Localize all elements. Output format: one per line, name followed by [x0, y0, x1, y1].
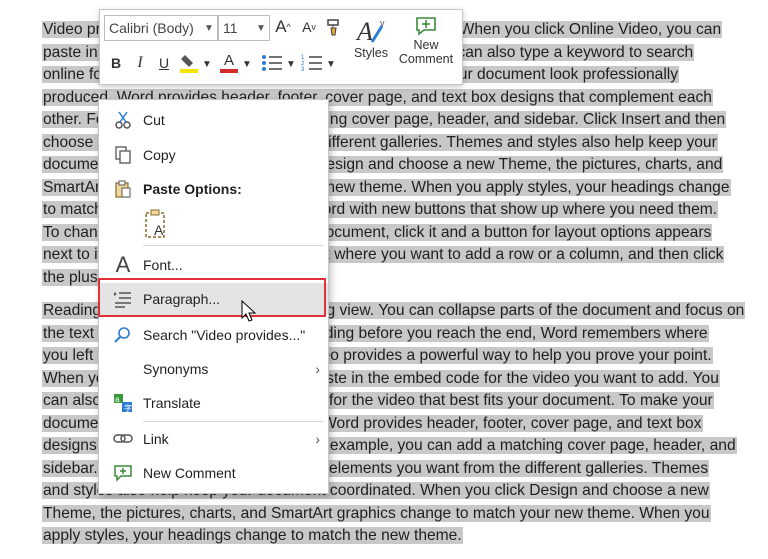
paragraph-highlight-border: [98, 278, 326, 317]
format-painter-button[interactable]: [322, 15, 346, 39]
menu-item-synonyms-label: Synonyms: [143, 361, 209, 377]
menu-item-new-comment[interactable]: New Comment: [99, 458, 328, 488]
font-name-combo[interactable]: Calibri (Body) ▼: [104, 15, 218, 41]
chevron-down-icon[interactable]: ▼: [201, 23, 217, 34]
menu-item-paste-options: Paste Options:: [99, 174, 328, 204]
menu-item-cut-label: Cut: [143, 112, 165, 128]
font-color-letter: A: [223, 52, 234, 69]
document-line[interactable]: Theme, the pictures, charts, and SmartAr…: [42, 503, 711, 525]
paste-text-only-icon: A: [145, 209, 165, 238]
new-comment-label-1: New: [413, 38, 439, 52]
paste-keep-text-only-button[interactable]: A: [143, 208, 171, 240]
grow-font-icon: A: [275, 17, 287, 36]
chevron-down-icon[interactable]: ▼: [286, 54, 296, 74]
chevron-down-icon[interactable]: ▼: [202, 54, 212, 74]
numbering-icon: 123: [301, 55, 322, 73]
svg-text:字: 字: [124, 403, 132, 413]
menu-item-copy[interactable]: Copy: [99, 140, 328, 170]
selected-text[interactable]: apply styles, your headings change to ma…: [42, 527, 463, 544]
svg-text:A: A: [355, 17, 373, 46]
menu-item-link-label: Link: [143, 431, 169, 447]
paste-options-label: Paste Options:: [143, 181, 242, 197]
chevron-right-icon: ›: [315, 361, 320, 377]
bullets-button[interactable]: [260, 50, 284, 76]
selected-text[interactable]: Theme, the pictures, charts, and SmartAr…: [42, 505, 711, 522]
font-color-bar: [220, 69, 238, 73]
menu-item-font-label: Font...: [143, 257, 183, 273]
font-name-value: Calibri (Body): [109, 20, 194, 36]
font-size-combo[interactable]: 11 ▼: [218, 15, 270, 41]
new-comment-icon: [416, 17, 436, 36]
mini-toolbar: Calibri (Body) ▼ 11 ▼ A ^ Av Av Styles Ne…: [99, 9, 463, 85]
new-comment-label-2: Comment: [398, 52, 454, 66]
font-size-value: 11: [223, 20, 238, 36]
menu-item-font[interactable]: A Font...: [99, 250, 328, 280]
grow-font-button[interactable]: A ^: [272, 16, 294, 38]
menu-item-copy-label: Copy: [143, 147, 176, 163]
italic-button[interactable]: I: [130, 52, 150, 74]
menu-item-cut[interactable]: Cut: [99, 105, 328, 135]
shrink-font-icon: A: [302, 19, 312, 35]
styles-icon: Av: [355, 17, 385, 46]
font-icon: A: [115, 252, 131, 277]
copy-icon: [111, 143, 135, 167]
document-line[interactable]: apply styles, your headings change to ma…: [42, 525, 463, 547]
menu-item-translate[interactable]: a字 Translate: [99, 388, 328, 418]
chevron-down-icon[interactable]: ▼: [253, 23, 269, 34]
svg-text:3: 3: [301, 67, 305, 73]
shrink-font-button[interactable]: Av: [298, 16, 320, 38]
menu-item-search-label: Search "Video provides...": [143, 327, 306, 343]
numbering-button[interactable]: 123: [300, 50, 324, 76]
menu-item-search[interactable]: Search "Video provides...": [99, 320, 328, 350]
font-color-button[interactable]: A: [218, 50, 240, 76]
chevron-down-icon[interactable]: ▼: [242, 54, 252, 74]
menu-separator: [143, 421, 323, 422]
highlighter-icon: [180, 55, 198, 73]
paste-icon: [111, 177, 135, 201]
bullets-icon: [262, 55, 282, 71]
chevron-right-icon: ›: [315, 431, 320, 447]
styles-button[interactable]: Av Styles: [350, 14, 392, 60]
highlight-button[interactable]: [178, 50, 200, 76]
menu-item-new-comment-label: New Comment: [143, 465, 236, 481]
new-comment-toolbar-button[interactable]: New Comment: [394, 14, 458, 66]
cut-icon: [111, 108, 135, 132]
underline-button[interactable]: U: [154, 52, 174, 74]
styles-label: Styles: [353, 46, 389, 60]
menu-item-link[interactable]: Link ›: [99, 424, 328, 454]
menu-separator: [143, 245, 323, 246]
svg-text:A: A: [154, 222, 164, 238]
bold-button[interactable]: B: [106, 52, 126, 74]
mouse-cursor-icon: [241, 300, 257, 322]
svg-text:v: v: [380, 18, 385, 28]
translate-icon: a字: [111, 391, 135, 415]
search-icon: [111, 323, 135, 347]
format-painter-icon: [327, 19, 339, 36]
link-icon: [111, 427, 135, 451]
menu-item-translate-label: Translate: [143, 395, 201, 411]
new-comment-icon: [111, 461, 135, 485]
chevron-down-icon[interactable]: ▼: [326, 54, 336, 74]
svg-text:a: a: [115, 395, 120, 404]
menu-item-synonyms[interactable]: Synonyms ›: [99, 354, 328, 384]
